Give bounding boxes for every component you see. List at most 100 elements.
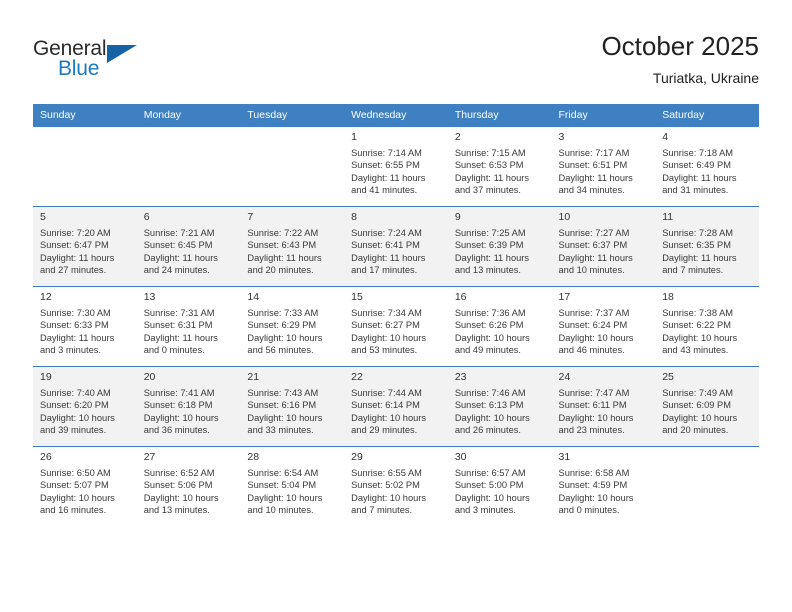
- day-cell-content: 17 Sunrise: 7:37 AM Sunset: 6:24 PM Dayligh…: [552, 287, 656, 366]
- day-sun-info: Sunrise: 7:14 AM Sunset: 6:55 PM Daylight:…: [351, 147, 442, 196]
- daylight-text-line2: and 20 minutes.: [247, 264, 314, 275]
- calendar-day-cell[interactable]: 5 Sunrise: 7:20 AM Sunset: 6:47 PM Daylight…: [33, 206, 137, 287]
- sunset-text: Sunset: 6:35 PM: [662, 240, 731, 251]
- calendar-day-cell[interactable]: 30 Sunrise: 6:57 AM Sunset: 5:00 PM Dayligh…: [447, 446, 552, 526]
- calendar-week-row: 5 Sunrise: 7:20 AM Sunset: 6:47 PM Daylight…: [33, 206, 759, 287]
- brand-logo[interactable]: General Blue: [33, 37, 163, 87]
- day-cell-content: 25 Sunrise: 7:49 AM Sunset: 6:09 PM Dayligh…: [655, 367, 759, 446]
- day-cell-content: 16 Sunrise: 7:36 AM Sunset: 6:26 PM Dayligh…: [448, 287, 552, 366]
- calendar-day-cell[interactable]: 4 Sunrise: 7:18 AM Sunset: 6:49 PM Daylight…: [655, 126, 759, 207]
- day-cell-content: 1 Sunrise: 7:14 AM Sunset: 6:55 PM Daylight…: [344, 127, 448, 206]
- daylight-text-line2: and 49 minutes.: [454, 344, 521, 355]
- calendar-day-cell[interactable]: 28 Sunrise: 6:54 AM Sunset: 5:04 PM Dayligh…: [240, 446, 345, 526]
- day-cell-content: 27 Sunrise: 6:52 AM Sunset: 5:06 PM Dayligh…: [137, 447, 241, 526]
- calendar-day-cell[interactable]: 16 Sunrise: 7:36 AM Sunset: 6:26 PM Dayligh…: [447, 286, 552, 367]
- day-number: 22: [351, 371, 363, 383]
- day-cell-content: 11 Sunrise: 7:28 AM Sunset: 6:35 PM Dayligh…: [655, 207, 759, 286]
- calendar-day-cell[interactable]: 31 Sunrise: 6:58 AM Sunset: 4:59 PM Dayligh…: [551, 446, 656, 526]
- sunrise-text: Sunrise: 7:47 AM: [558, 388, 630, 398]
- calendar-day-cell[interactable]: 18 Sunrise: 7:38 AM Sunset: 6:22 PM Dayligh…: [655, 286, 759, 367]
- calendar-day-cell[interactable]: 26 Sunrise: 6:50 AM Sunset: 5:07 PM Dayligh…: [33, 446, 137, 526]
- sunset-text: Sunset: 6:53 PM: [454, 160, 524, 171]
- day-cell-content: [33, 127, 137, 206]
- daylight-text-line1: Daylight: 11 hours: [351, 172, 426, 183]
- day-number: 19: [40, 371, 52, 383]
- sunrise-text: Sunrise: 7:20 AM: [40, 228, 111, 238]
- sunrise-text: Sunrise: 7:18 AM: [662, 148, 734, 158]
- sunrise-text: Sunrise: 7:33 AM: [247, 308, 319, 318]
- sunrise-text: Sunrise: 7:28 AM: [662, 228, 734, 238]
- calendar-day-cell[interactable]: 17 Sunrise: 7:37 AM Sunset: 6:24 PM Dayligh…: [551, 286, 656, 367]
- day-sun-info: Sunrise: 7:20 AM Sunset: 6:47 PM Daylight:…: [40, 227, 131, 276]
- day-sun-info: Sunrise: 7:15 AM Sunset: 6:53 PM Daylight:…: [455, 147, 546, 196]
- sunset-text: Sunset: 5:04 PM: [247, 480, 317, 491]
- day-sun-info: Sunrise: 7:36 AM Sunset: 6:26 PM Daylight:…: [455, 307, 546, 356]
- day-cell-content: 21 Sunrise: 7:43 AM Sunset: 6:16 PM Dayligh…: [240, 367, 344, 446]
- sunrise-text: Sunrise: 7:17 AM: [558, 148, 630, 158]
- calendar-day-cell[interactable]: 10 Sunrise: 7:27 AM Sunset: 6:37 PM Dayligh…: [551, 206, 656, 287]
- calendar-day-cell[interactable]: 29 Sunrise: 6:55 AM Sunset: 5:02 PM Dayligh…: [344, 446, 448, 526]
- day-cell-content: [240, 127, 344, 206]
- sunset-text: Sunset: 6:39 PM: [454, 240, 524, 251]
- daylight-text-line1: Daylight: 10 hours: [143, 492, 219, 503]
- calendar-day-cell-empty: [240, 126, 345, 207]
- day-sun-info: Sunrise: 7:34 AM Sunset: 6:27 PM Daylight:…: [351, 307, 442, 356]
- calendar-day-cell[interactable]: 2 Sunrise: 7:15 AM Sunset: 6:53 PM Daylight…: [447, 126, 552, 207]
- calendar-day-cell[interactable]: 3 Sunrise: 7:17 AM Sunset: 6:51 PM Daylight…: [551, 126, 656, 207]
- day-cell-content: 24 Sunrise: 7:47 AM Sunset: 6:11 PM Dayligh…: [552, 367, 656, 446]
- calendar-day-cell[interactable]: 11 Sunrise: 7:28 AM Sunset: 6:35 PM Dayligh…: [655, 206, 759, 287]
- day-number: 5: [40, 211, 46, 223]
- sunset-text: Sunset: 6:45 PM: [143, 240, 213, 251]
- daylight-text-line1: Daylight: 11 hours: [558, 252, 633, 263]
- calendar-day-cell[interactable]: 7 Sunrise: 7:22 AM Sunset: 6:43 PM Daylight…: [240, 206, 345, 287]
- calendar-day-cell[interactable]: 8 Sunrise: 7:24 AM Sunset: 6:41 PM Daylight…: [344, 206, 448, 287]
- sunset-text: Sunset: 6:49 PM: [662, 160, 731, 171]
- calendar-day-cell[interactable]: 24 Sunrise: 7:47 AM Sunset: 6:11 PM Dayligh…: [551, 366, 656, 447]
- daylight-text-line2: and 37 minutes.: [454, 184, 521, 195]
- daylight-text-line1: Daylight: 10 hours: [247, 412, 323, 423]
- day-cell-content: 18 Sunrise: 7:38 AM Sunset: 6:22 PM Dayligh…: [655, 287, 759, 366]
- day-number: 18: [662, 291, 674, 303]
- daylight-text-line2: and 10 minutes.: [247, 504, 314, 515]
- calendar-day-cell[interactable]: 15 Sunrise: 7:34 AM Sunset: 6:27 PM Dayligh…: [344, 286, 448, 367]
- daylight-text-line2: and 33 minutes.: [247, 424, 314, 435]
- day-sun-info: Sunrise: 7:44 AM Sunset: 6:14 PM Daylight:…: [351, 387, 442, 436]
- day-number: 1: [351, 131, 357, 143]
- day-number: 13: [143, 291, 156, 303]
- calendar-day-cell[interactable]: 20 Sunrise: 7:41 AM Sunset: 6:18 PM Dayligh…: [136, 366, 241, 447]
- calendar-day-cell[interactable]: 19 Sunrise: 7:40 AM Sunset: 6:20 PM Dayligh…: [33, 366, 137, 447]
- calendar-day-cell[interactable]: 9 Sunrise: 7:25 AM Sunset: 6:39 PM Daylight…: [447, 206, 552, 287]
- day-sun-info: Sunrise: 6:57 AM Sunset: 5:00 PM Daylight:…: [455, 467, 546, 516]
- day-number: 30: [454, 451, 467, 463]
- daylight-text-line2: and 29 minutes.: [351, 424, 418, 435]
- calendar-day-cell[interactable]: 1 Sunrise: 7:14 AM Sunset: 6:55 PM Daylight…: [344, 126, 448, 207]
- sunrise-text: Sunrise: 6:54 AM: [247, 468, 319, 478]
- calendar-day-cell[interactable]: 22 Sunrise: 7:44 AM Sunset: 6:14 PM Dayligh…: [344, 366, 448, 447]
- daylight-text-line1: Daylight: 10 hours: [662, 332, 738, 343]
- day-sun-info: Sunrise: 6:55 AM Sunset: 5:02 PM Daylight:…: [351, 467, 442, 516]
- sunrise-text: Sunrise: 6:55 AM: [351, 468, 422, 478]
- calendar-day-cell[interactable]: 12 Sunrise: 7:30 AM Sunset: 6:33 PM Dayligh…: [33, 286, 137, 367]
- daylight-text-line1: Daylight: 10 hours: [351, 412, 427, 423]
- daylight-text-line1: Daylight: 11 hours: [40, 332, 115, 343]
- daylight-text-line2: and 39 minutes.: [40, 424, 107, 435]
- calendar-day-cell[interactable]: 21 Sunrise: 7:43 AM Sunset: 6:16 PM Dayligh…: [240, 366, 345, 447]
- sunrise-text: Sunrise: 7:37 AM: [558, 308, 630, 318]
- calendar-day-cell[interactable]: 23 Sunrise: 7:46 AM Sunset: 6:13 PM Dayligh…: [447, 366, 552, 447]
- day-sun-info: Sunrise: 7:25 AM Sunset: 6:39 PM Daylight:…: [455, 227, 546, 276]
- day-sun-info: Sunrise: 6:52 AM Sunset: 5:06 PM Daylight:…: [144, 467, 235, 516]
- daylight-text-line1: Daylight: 10 hours: [662, 412, 738, 423]
- calendar-day-cell[interactable]: 6 Sunrise: 7:21 AM Sunset: 6:45 PM Daylight…: [136, 206, 241, 287]
- sunrise-text: Sunrise: 6:58 AM: [558, 468, 630, 478]
- day-cell-content: 14 Sunrise: 7:33 AM Sunset: 6:29 PM Dayligh…: [240, 287, 344, 366]
- calendar-day-cell[interactable]: 13 Sunrise: 7:31 AM Sunset: 6:31 PM Dayligh…: [136, 286, 241, 367]
- daylight-text-line1: Daylight: 11 hours: [662, 172, 737, 183]
- daylight-text-line2: and 43 minutes.: [662, 344, 729, 355]
- calendar-day-cell[interactable]: 25 Sunrise: 7:49 AM Sunset: 6:09 PM Dayligh…: [655, 366, 759, 447]
- calendar-day-cell[interactable]: 27 Sunrise: 6:52 AM Sunset: 5:06 PM Dayligh…: [136, 446, 241, 526]
- day-sun-info: Sunrise: 7:27 AM Sunset: 6:37 PM Daylight:…: [559, 227, 650, 276]
- sunset-text: Sunset: 5:07 PM: [40, 480, 109, 491]
- daylight-text-line1: Daylight: 11 hours: [247, 252, 322, 263]
- calendar-day-cell[interactable]: 14 Sunrise: 7:33 AM Sunset: 6:29 PM Dayligh…: [240, 286, 345, 367]
- weekday-header-wednesday: Wednesday: [344, 104, 448, 127]
